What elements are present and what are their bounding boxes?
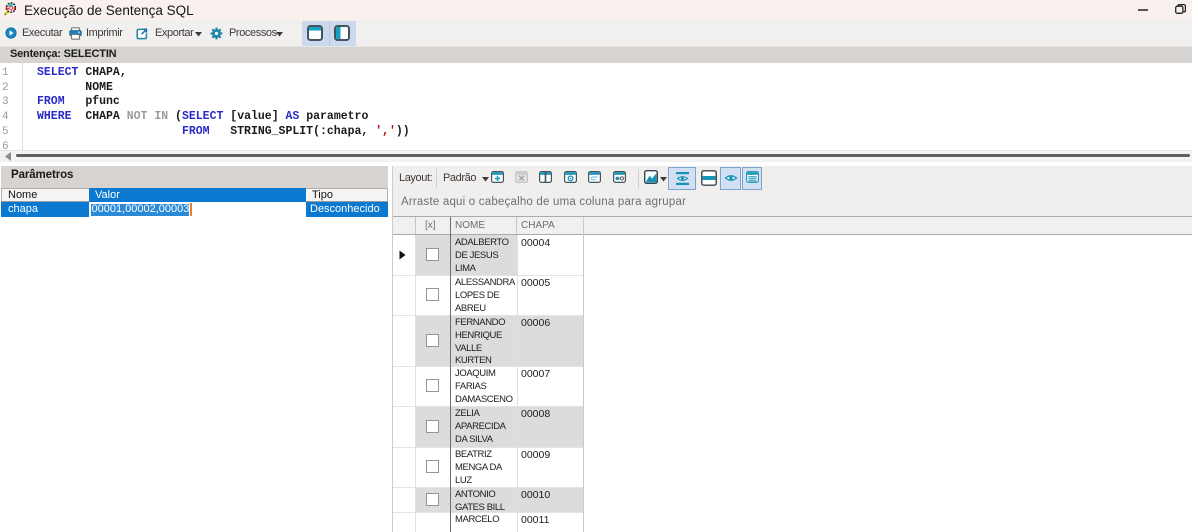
svg-text:SQL: SQL	[5, 6, 16, 12]
